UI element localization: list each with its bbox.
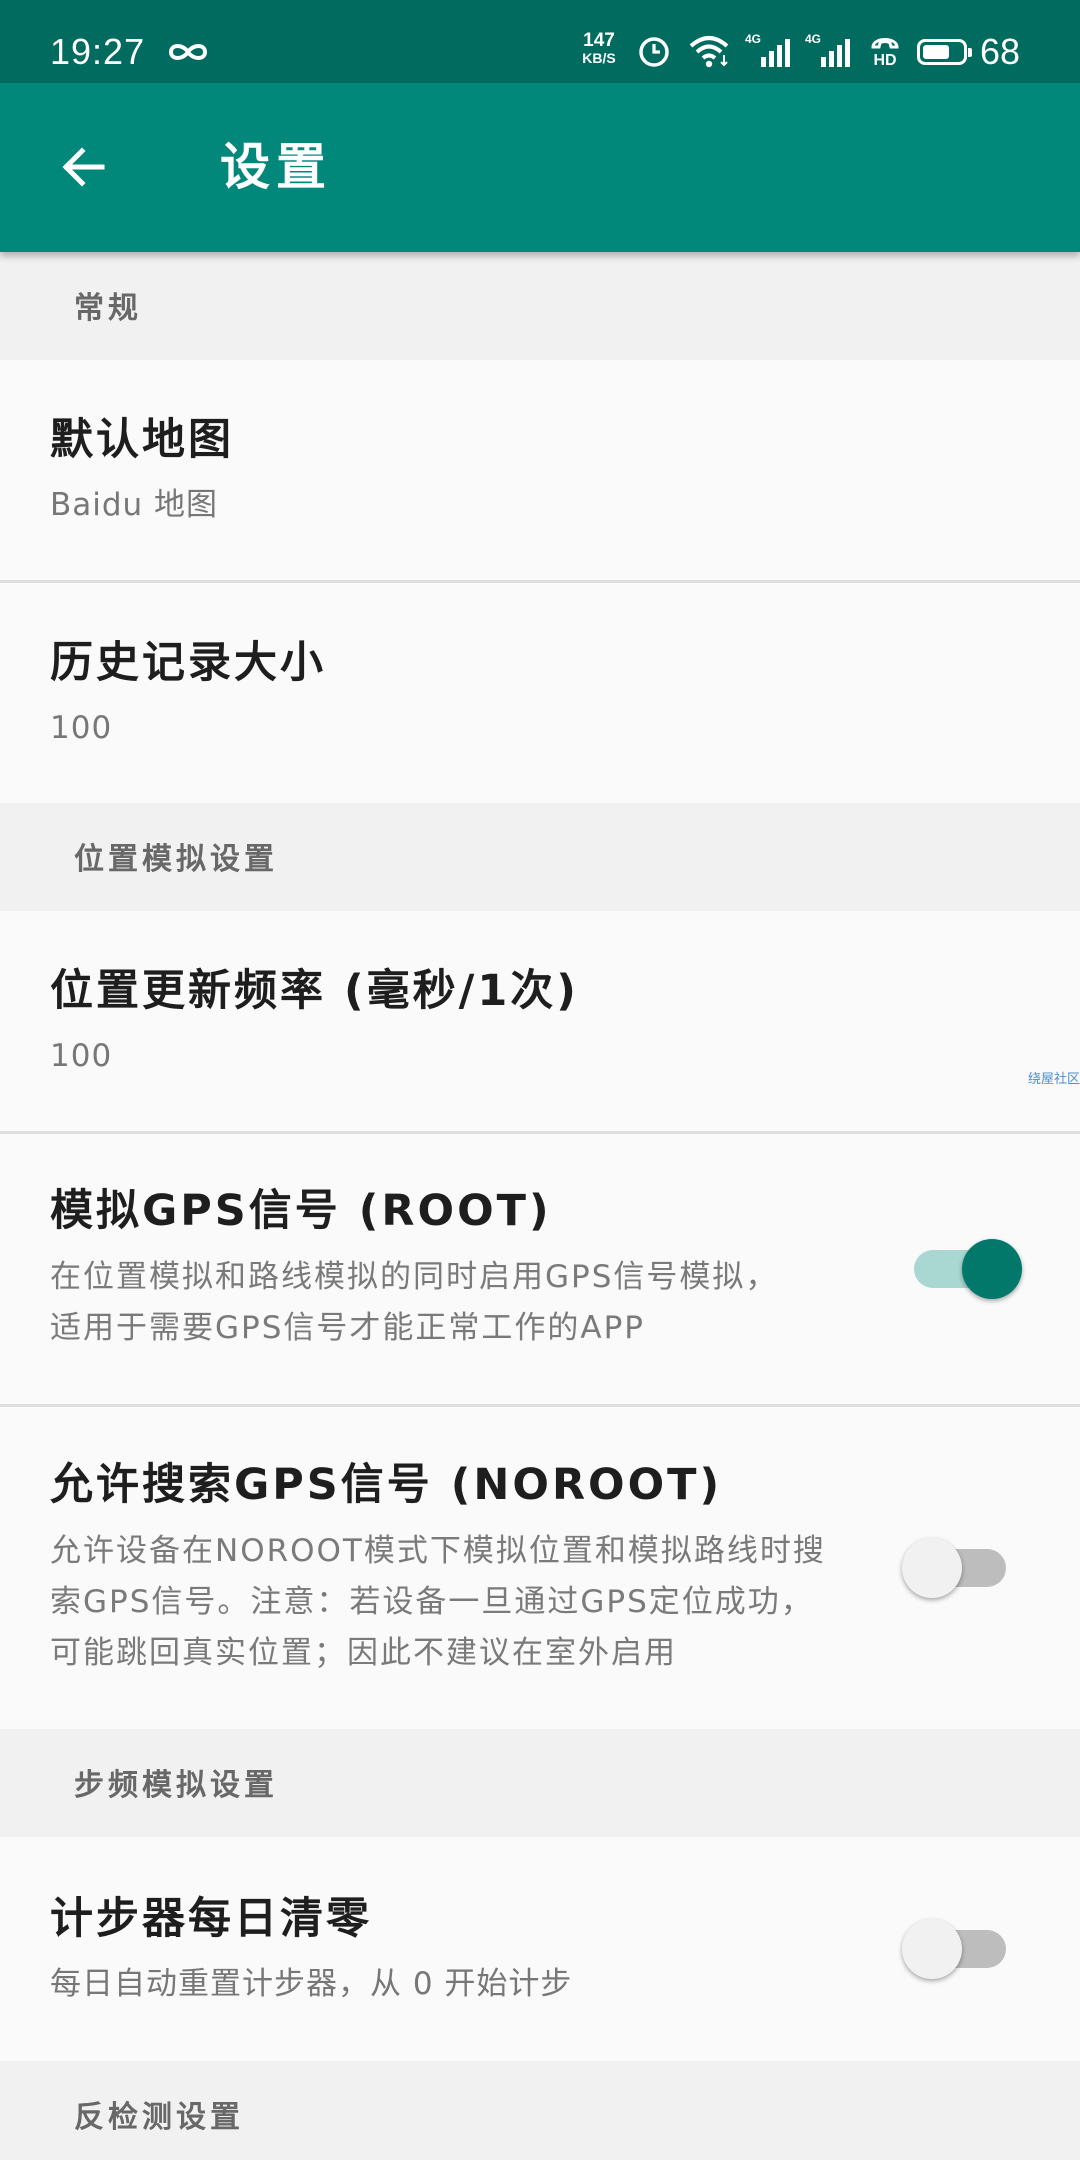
- pref-pedometer-daily-reset[interactable]: 计步器每日清零 每日自动重置计步器，从 0 开始计步: [0, 1837, 1080, 2061]
- back-button[interactable]: [47, 131, 119, 203]
- network-speed: 147 KB/S: [574, 30, 624, 66]
- pref-simulate-gps-root[interactable]: 模拟GPS信号 (ROOT) 在位置模拟和路线模拟的同时启用GPS信号模拟， 适…: [0, 1134, 1080, 1404]
- simulate-gps-root-switch[interactable]: [902, 1239, 1022, 1299]
- status-time: 19:27: [50, 31, 146, 72]
- pref-title: 允许搜索GPS信号 (NOROOT): [50, 1459, 723, 1510]
- pref-title: 默认地图: [50, 415, 234, 465]
- signal-icon: 4G: [805, 33, 851, 69]
- status-bar: 19:27 147 KB/S 4G 4G HD 68: [0, 0, 1080, 83]
- section-header-general: 常规: [0, 252, 1080, 360]
- section-header-location-simulation: 位置模拟设置: [0, 803, 1080, 911]
- section-header-anti-detection: 反检测设置: [0, 2061, 1080, 2160]
- pref-history-size[interactable]: 历史记录大小 100: [0, 583, 1080, 803]
- page-title: 设置: [220, 138, 332, 196]
- pref-title: 历史记录大小: [50, 638, 326, 688]
- pref-title: 位置更新频率 (毫秒/1次): [50, 966, 579, 1016]
- switch-thumb: [902, 1538, 962, 1598]
- pedometer-daily-reset-switch[interactable]: [902, 1919, 1022, 1979]
- section-title: 常规: [74, 291, 142, 326]
- battery-icon: [917, 39, 972, 65]
- hd-call-icon: HD: [866, 33, 904, 69]
- battery-fill: [923, 45, 949, 59]
- section-title: 步频模拟设置: [74, 1768, 278, 1803]
- pref-summary: 100: [50, 710, 113, 746]
- pref-update-frequency[interactable]: 位置更新频率 (毫秒/1次) 100 绕屋社区: [0, 911, 1080, 1131]
- network-speed-value: 147: [583, 30, 615, 51]
- battery-level: 68: [980, 31, 1021, 72]
- network-speed-unit: KB/S: [582, 50, 616, 66]
- pref-title: 模拟GPS信号 (ROOT): [50, 1186, 552, 1236]
- pref-default-map[interactable]: 默认地图 Baidu 地图: [0, 360, 1080, 580]
- pref-allow-gps-search-noroot[interactable]: 允许搜索GPS信号 (NOROOT) 允许设备在NOROOT模式下模拟位置和模拟…: [0, 1407, 1080, 1729]
- section-title: 反检测设置: [74, 2100, 244, 2135]
- wifi-icon: [688, 33, 732, 69]
- summary-line: 可能跳回真实位置；因此不建议在室外启用: [50, 1634, 677, 1671]
- signal-type-label: 4G: [805, 32, 822, 46]
- pref-summary: Baidu 地图: [50, 487, 219, 523]
- infinity-icon: [166, 41, 210, 63]
- alarm-icon: [636, 33, 672, 69]
- allow-gps-search-switch[interactable]: [902, 1538, 1022, 1598]
- watermark-text: 绕屋社区: [1027, 1072, 1080, 1087]
- section-title: 位置模拟设置: [74, 842, 278, 877]
- hd-label: HD: [873, 52, 897, 69]
- pref-summary: 100: [50, 1038, 113, 1074]
- summary-line: 适用于需要GPS信号才能正常工作的APP: [50, 1310, 645, 1346]
- signal-type-label: 4G: [745, 32, 762, 46]
- switch-thumb: [902, 1919, 962, 1979]
- signal-icon: 4G: [745, 33, 791, 69]
- switch-thumb: [962, 1239, 1022, 1299]
- app-bar: 设置: [0, 83, 1080, 252]
- arrow-back-icon: [62, 147, 105, 187]
- section-header-step-simulation: 步频模拟设置: [0, 1729, 1080, 1837]
- settings-screen: 19:27 147 KB/S 4G 4G HD 68 设置 常规 默认地图 Ba…: [0, 0, 1080, 2160]
